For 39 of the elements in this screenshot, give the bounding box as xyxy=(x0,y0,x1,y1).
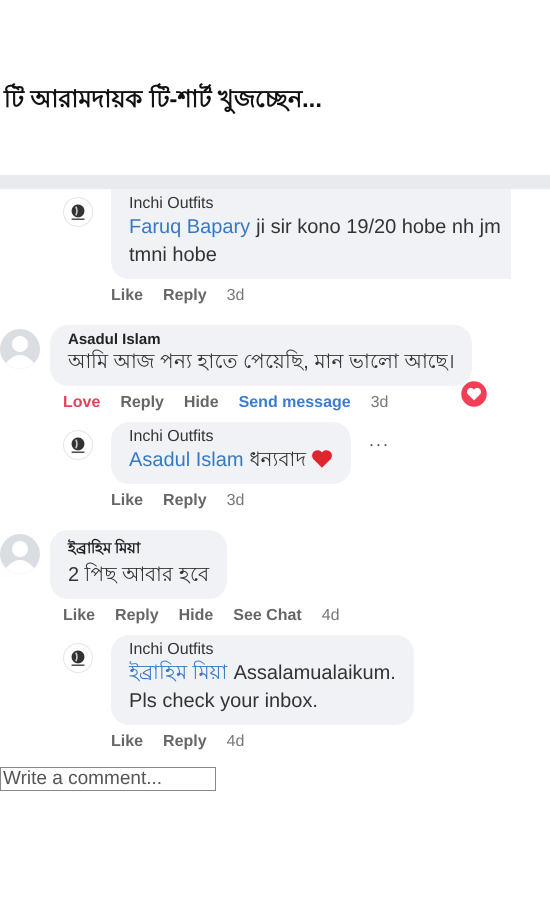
comment-text: আমি আজ পন্য হাতে পেয়েছি, মান ভালো আছে। xyxy=(68,348,454,375)
comment-action-link[interactable]: Reply xyxy=(163,492,207,510)
comment-time[interactable]: 3d xyxy=(226,492,244,510)
comment-action-link[interactable]: Love xyxy=(63,394,100,412)
comment-action-link[interactable]: Like xyxy=(111,733,144,751)
more-options-button[interactable]: ··· xyxy=(368,434,390,455)
author-name[interactable]: ইব্রাহিম মিয়া xyxy=(68,536,209,561)
author-name[interactable]: Inchi Outfits xyxy=(129,641,396,659)
logo-avatar-icon[interactable] xyxy=(63,197,93,227)
comment-action-link[interactable]: Hide xyxy=(178,607,214,625)
comment-action-link[interactable]: Reply xyxy=(163,733,207,751)
comment-action-link[interactable]: Reply xyxy=(163,287,207,305)
comment-action-link[interactable]: Send message xyxy=(238,394,351,412)
author-name[interactable]: Asadul Islam xyxy=(68,331,454,348)
comment-action-link[interactable]: Reply xyxy=(115,607,159,625)
love-reaction-icon[interactable] xyxy=(460,380,488,408)
author-name[interactable]: Inchi Outfits xyxy=(129,195,501,213)
comment-time[interactable]: 3d xyxy=(370,394,388,412)
comment-action-link[interactable]: Like xyxy=(111,287,144,305)
comment-text: Faruq Bapary ji sir kono 19/20 hobe nh jm tmni hobe xyxy=(129,215,501,268)
mention-link[interactable]: Asadul Islam xyxy=(129,449,244,471)
comment-action-link[interactable]: Like xyxy=(111,492,144,510)
logo-avatar-icon[interactable] xyxy=(63,430,93,460)
comment-time[interactable]: 4d xyxy=(226,733,244,751)
logo-avatar-icon[interactable] xyxy=(63,643,93,673)
comment-action-link[interactable]: See Chat xyxy=(233,607,302,625)
comment-text: Asadul Islam ধন্যবাদ xyxy=(129,446,332,474)
comment-text: ইব্রাহিম মিয়া Assalamualaikum. Pls check your inbox. xyxy=(129,660,396,714)
comment-action-link[interactable]: Hide xyxy=(184,394,219,412)
author-name[interactable]: Inchi Outfits xyxy=(129,428,332,446)
mention-link[interactable]: ইব্রাহিম মিয়া xyxy=(129,662,228,684)
comment-action-link[interactable]: Reply xyxy=(120,394,164,412)
comment-action-link[interactable]: Like xyxy=(63,607,96,625)
comment-time[interactable]: 4d xyxy=(322,607,340,625)
comment-input-field[interactable]: Write a comment... xyxy=(0,767,216,791)
mention-link[interactable]: Faruq Bapary xyxy=(129,216,250,238)
post-title: টি আরামদায়ক টি-শার্ট খুজচ্ছেন... xyxy=(0,0,550,175)
comment-text: 2 পিছ আবার হবে xyxy=(68,562,209,588)
comment-time[interactable]: 3d xyxy=(226,287,244,305)
